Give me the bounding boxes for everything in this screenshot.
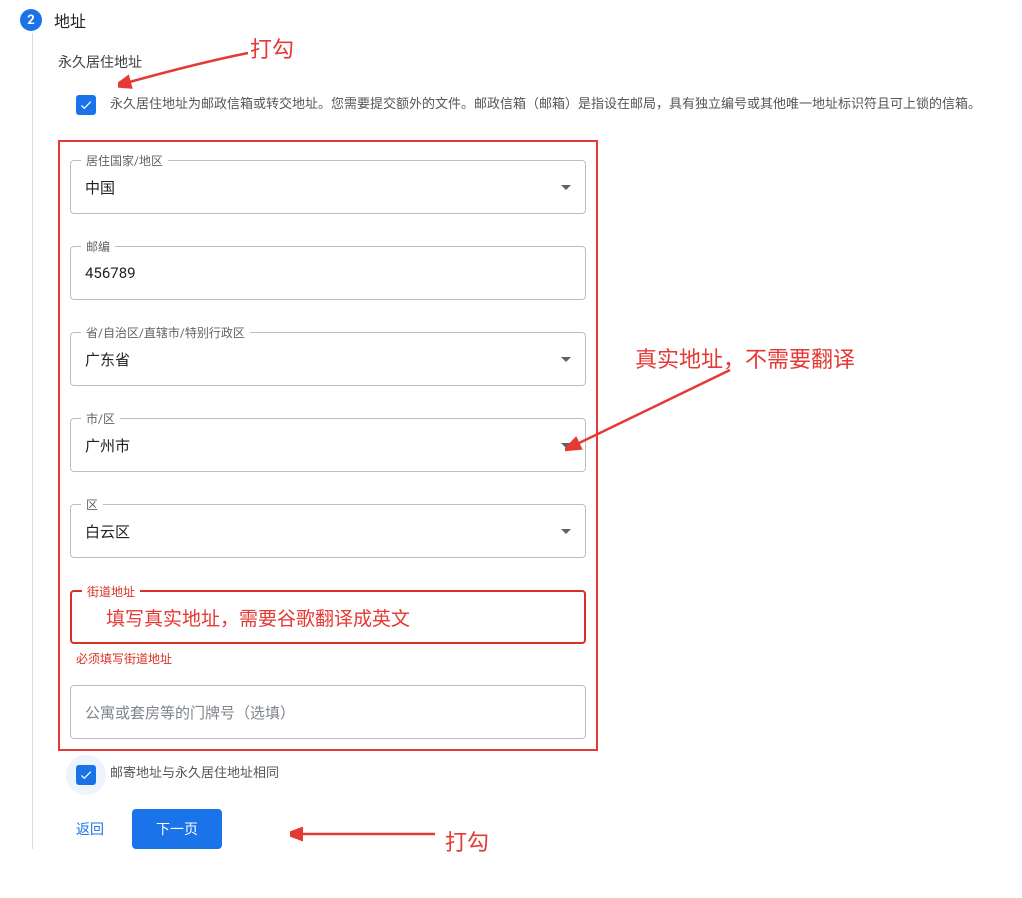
pobox-checkbox-label: 永久居住地址为邮政信箱或转交地址。您需要提交额外的文件。邮政信箱（邮箱）是指设在… xyxy=(110,94,1002,116)
district-value: 白云区 xyxy=(85,521,561,542)
chevron-down-icon xyxy=(561,529,571,534)
province-select[interactable]: 省/自治区/直辖市/特别行政区 广东省 xyxy=(70,332,586,386)
checkmark-icon xyxy=(79,768,93,782)
annotation-street-hint: 填写真实地址，需要谷歌翻译成英文 xyxy=(106,604,410,631)
chevron-down-icon xyxy=(561,357,571,362)
nav-buttons: 返回 下一页 xyxy=(76,809,1002,849)
country-label: 居住国家/地区 xyxy=(81,152,168,169)
apartment-input[interactable]: 公寓或套房等的门牌号（选填） xyxy=(70,685,586,739)
back-button[interactable]: 返回 xyxy=(76,819,104,839)
city-value: 广州市 xyxy=(85,435,561,456)
postcode-value: 456789 xyxy=(85,264,571,282)
step-title: 地址 xyxy=(54,8,86,32)
chevron-down-icon xyxy=(561,185,571,190)
pobox-checkbox-row: 永久居住地址为邮政信箱或转交地址。您需要提交额外的文件。邮政信箱（邮箱）是指设在… xyxy=(76,94,1002,116)
postcode-label: 邮编 xyxy=(81,238,115,255)
country-value: 中国 xyxy=(85,177,561,198)
pobox-checkbox[interactable] xyxy=(76,95,96,115)
checkmark-icon xyxy=(79,98,93,112)
province-value: 广东省 xyxy=(85,349,561,370)
mailing-same-checkbox-row: 邮寄地址与永久居住地址相同 xyxy=(76,763,1002,785)
step-number-badge: 2 xyxy=(20,9,42,31)
next-button[interactable]: 下一页 xyxy=(132,809,222,849)
postcode-input[interactable]: 邮编 456789 xyxy=(70,246,586,300)
street-input[interactable]: 街道地址 填写真实地址，需要谷歌翻译成英文 xyxy=(70,590,586,644)
annotation-real-address: 真实地址，不需要翻译 xyxy=(635,342,855,374)
step-header: 2 地址 xyxy=(20,8,1002,32)
permanent-address-subtitle: 永久居住地址 xyxy=(58,52,1002,72)
apartment-placeholder: 公寓或套房等的门牌号（选填） xyxy=(85,702,571,723)
street-error-msg: 必须填写街道地址 xyxy=(76,650,586,667)
street-label: 街道地址 xyxy=(82,583,140,600)
country-select[interactable]: 居住国家/地区 中国 xyxy=(70,160,586,214)
mailing-same-label: 邮寄地址与永久居住地址相同 xyxy=(110,763,279,785)
province-label: 省/自治区/直辖市/特别行政区 xyxy=(81,324,250,341)
address-fields-group: 居住国家/地区 中国 邮编 456789 省/自治区/直辖市/特别行政区 广东省 xyxy=(58,140,598,751)
district-select[interactable]: 区 白云区 xyxy=(70,504,586,558)
step-progress-line xyxy=(32,33,33,849)
district-label: 区 xyxy=(81,496,103,513)
city-select[interactable]: 市/区 广州市 xyxy=(70,418,586,472)
mailing-same-checkbox[interactable] xyxy=(76,765,96,785)
city-label: 市/区 xyxy=(81,410,120,427)
chevron-down-icon xyxy=(561,443,571,448)
